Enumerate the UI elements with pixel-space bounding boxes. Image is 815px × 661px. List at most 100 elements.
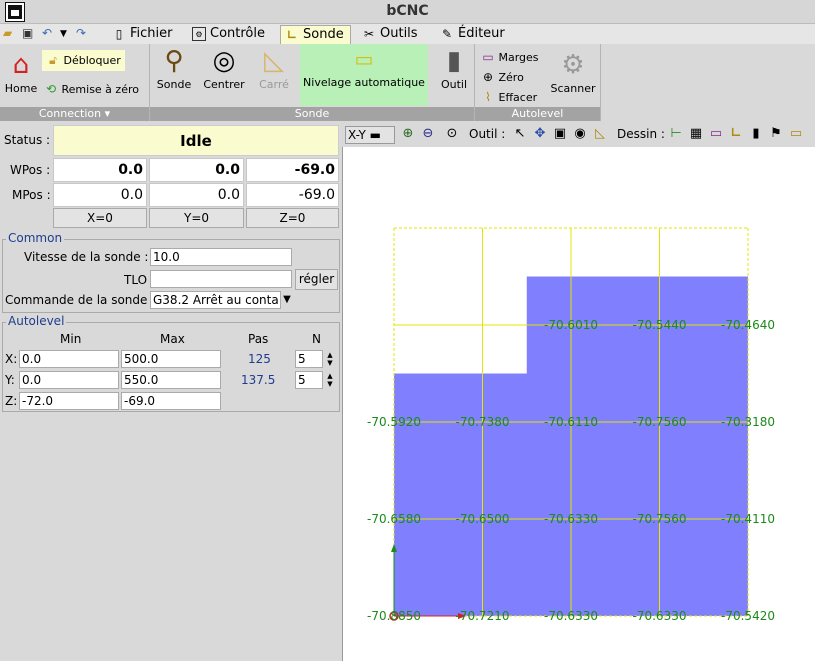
control-panel: Status : Idle WPos : 0.0 0.0 -69.0 MPos … [0, 123, 342, 661]
menu-bar: ▰ ▣ ↶ ▼ ↷ ▯ Fichier ⚙ Contrôle ∟ Sonde ✂… [0, 24, 815, 44]
zero-z-button[interactable]: Z=0 [246, 208, 339, 228]
header-step: Pas [248, 332, 269, 346]
clear-button[interactable]: ⌇ Effacer [481, 90, 537, 104]
probe-command-select[interactable]: G38.2 Arrêt au conta [150, 291, 281, 309]
x-n-spinner[interactable]: ▲ ▼ [325, 351, 335, 367]
broom-icon: ⌇ [485, 90, 491, 104]
margins-button[interactable]: ▭ Marges [481, 50, 538, 64]
probe-value-label: -70.4640 [721, 318, 775, 332]
margins-icon: ▭ [482, 50, 494, 64]
workarea-toggle-icon[interactable]: ▭ [788, 126, 804, 142]
ruler-icon[interactable]: ◺ [592, 126, 608, 142]
zoom-fit-icon[interactable]: ⊙ [444, 126, 460, 142]
tool-toggle-icon[interactable]: ▮ [748, 126, 764, 142]
zoom-out-icon[interactable]: ⊖ [420, 126, 436, 142]
probe-value-label: -70.8850 [367, 609, 421, 623]
tab-controle[interactable]: ⚙ Contrôle [188, 25, 271, 44]
tab-fichier[interactable]: ▯ Fichier [108, 25, 179, 44]
mpos-x: 0.0 [53, 183, 147, 207]
ribbon-group-label[interactable]: Connection ▾ [0, 107, 149, 121]
x-step-value: 125 [248, 352, 271, 366]
undo-icon[interactable]: ↶ [42, 26, 52, 40]
reset-button[interactable]: ⟲ Remise à zéro [44, 82, 139, 96]
ribbon-group-connection: ⌂ Home 🔓︎ Débloquer ⟲ Remise à zéro Conn… [0, 44, 150, 121]
chevron-down-icon[interactable]: ▼ [281, 291, 293, 309]
tools-icon: ✂ [363, 27, 375, 41]
axis-y-label: Y: [5, 373, 15, 387]
probe-tool-icon: ⚲ [164, 46, 184, 76]
select-pointer-icon[interactable]: ↖ [512, 126, 528, 142]
x-max-input[interactable]: 500.0 [121, 350, 221, 368]
center-button[interactable]: ◎ Centrer [200, 46, 248, 91]
view-select[interactable]: X-Y ▬ [345, 126, 395, 144]
margins-toggle-icon[interactable]: ▭ [708, 126, 724, 142]
tool-label: Outil : [469, 127, 506, 141]
probe-value-label: -70.5420 [721, 609, 775, 623]
probe-value-label: -70.5440 [633, 318, 687, 332]
editor-icon: ✎ [441, 27, 453, 41]
x-min-input[interactable]: 0.0 [19, 350, 119, 368]
tab-editeur[interactable]: ✎ Éditeur [436, 25, 511, 44]
probe-button[interactable]: ⚲ Sonde [154, 46, 194, 91]
probe-speed-input[interactable]: 10.0 [150, 248, 292, 266]
y-max-input[interactable]: 550.0 [121, 371, 221, 389]
probe-value-label: -70.6110 [544, 415, 598, 429]
axes-icon[interactable]: ⊢ [668, 126, 684, 142]
save-icon[interactable]: ▣ [22, 26, 33, 40]
open-icon[interactable]: ▰ [3, 26, 12, 40]
grid-icon[interactable]: ▦ [688, 126, 704, 142]
tab-outils[interactable]: ✂ Outils [358, 25, 424, 44]
wpos-label: WPos : [10, 163, 51, 177]
title-bar: bCNC [0, 0, 815, 24]
home-button[interactable]: ⌂ Home [2, 50, 40, 95]
wpos-y: 0.0 [149, 158, 244, 182]
z-min-input[interactable]: -72.0 [19, 392, 119, 410]
scan-button[interactable]: ⚙ Scanner [549, 50, 597, 95]
probe-toggle-icon[interactable]: ∟ [728, 126, 744, 142]
x-n-input[interactable]: 5 [295, 350, 323, 368]
probe-icon: ∟ [286, 28, 298, 42]
probe-map: -70.8850 -70.7210 -70.6330 -70.6330 -70.5420… [367, 227, 775, 623]
y-step-value: 137.5 [241, 373, 276, 387]
square-button[interactable]: ◺ Carré [254, 46, 294, 91]
axis-z-label: Z: [5, 394, 18, 408]
pan-icon[interactable]: ✥ [532, 126, 548, 142]
tlo-input[interactable] [150, 270, 292, 288]
zero-x-button[interactable]: X=0 [53, 208, 147, 228]
status-value: Idle [53, 125, 339, 156]
common-legend: Common [6, 231, 65, 245]
autolevel-button[interactable]: ▭ Nivelage automatique [300, 44, 428, 106]
tab-sonde[interactable]: ∟ Sonde [280, 25, 351, 44]
level-icon: ▭ [354, 47, 374, 71]
path-toggle-icon[interactable]: ⚑ [768, 126, 784, 142]
ribbon-group-label: Sonde [150, 107, 474, 121]
origin-icon[interactable]: ◉ [572, 126, 588, 142]
y-n-input[interactable]: 5 [295, 371, 323, 389]
drawing-canvas[interactable]: -70.8850 -70.7210 -70.6330 -70.6330 -70.5420… [342, 147, 815, 661]
z-max-input[interactable]: -69.0 [121, 392, 221, 410]
undo-dropdown-icon[interactable]: ▼ [60, 29, 67, 39]
mpos-z: -69.0 [246, 183, 339, 207]
unlock-button[interactable]: 🔓︎ Débloquer [42, 50, 125, 71]
header-max: Max [160, 332, 185, 346]
zero-y-button[interactable]: Y=0 [149, 208, 244, 228]
gantry-icon[interactable]: ▣ [552, 126, 568, 142]
probe-value-label: -70.6330 [544, 512, 598, 526]
probe-value-label: -70.7560 [633, 512, 687, 526]
redo-icon[interactable]: ↷ [76, 26, 86, 40]
gear-icon: ⚙ [561, 50, 585, 80]
tool-button[interactable]: ▮ Outil [434, 46, 474, 91]
control-icon: ⚙ [192, 27, 206, 41]
y-n-spinner[interactable]: ▲ ▼ [325, 372, 335, 388]
mpos-label: MPos : [12, 188, 51, 202]
probe-value-label: -70.6010 [544, 318, 598, 332]
header-n: N [312, 332, 321, 346]
crosshair-icon: ⊕ [482, 70, 494, 84]
window-title: bCNC [386, 3, 429, 19]
y-min-input[interactable]: 0.0 [19, 371, 119, 389]
zero-button[interactable]: ⊕ Zéro [481, 70, 524, 84]
set-tlo-button[interactable]: régler [295, 269, 338, 290]
zoom-in-icon[interactable]: ⊕ [400, 126, 416, 142]
header-min: Min [60, 332, 82, 346]
probe-value-label: -70.6330 [633, 609, 687, 623]
